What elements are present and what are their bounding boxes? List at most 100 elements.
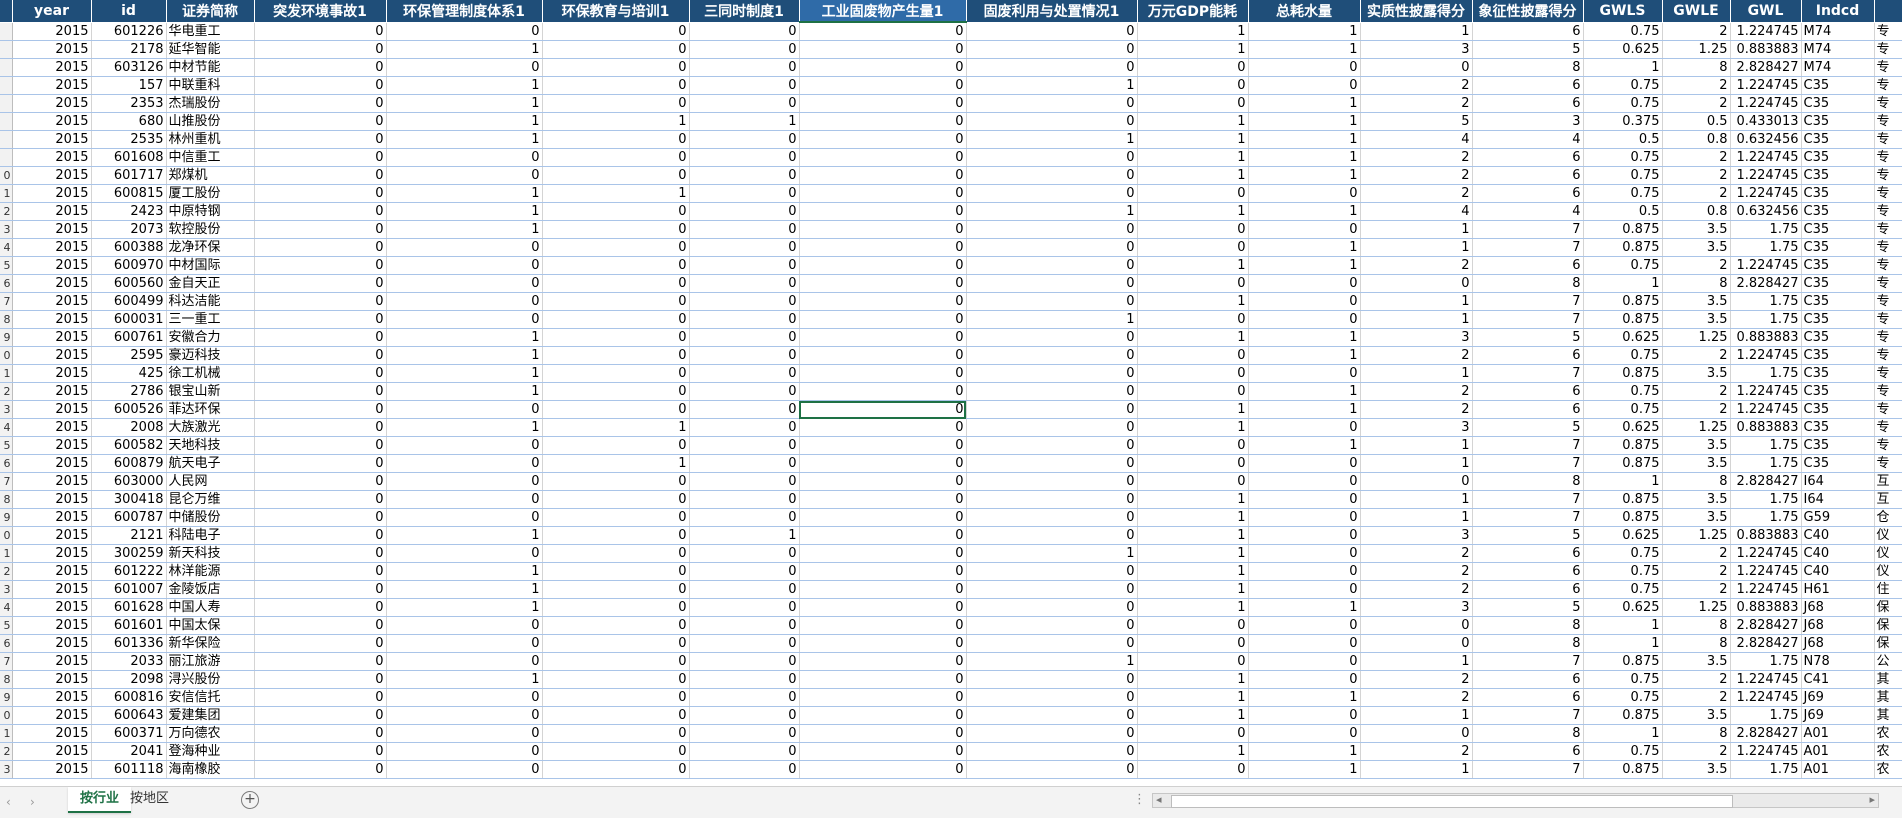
table-cell[interactable]: 登海种业	[166, 742, 255, 761]
table-cell[interactable]: 0	[799, 184, 967, 203]
table-cell[interactable]: 0	[542, 364, 690, 383]
table-cell[interactable]: 601608	[91, 148, 167, 167]
table-cell[interactable]: 1	[1137, 130, 1249, 149]
table-cell[interactable]: 0	[1137, 436, 1249, 455]
table-cell[interactable]: 专	[1874, 274, 1902, 293]
table-cell[interactable]: 6	[1472, 22, 1584, 41]
table-cell[interactable]: 1	[542, 184, 690, 203]
table-cell[interactable]: 1	[386, 382, 543, 401]
table-cell[interactable]: 8	[1472, 472, 1584, 491]
table-cell[interactable]: 农	[1874, 724, 1902, 743]
row-number[interactable]: 7	[0, 472, 13, 491]
row-header-corner[interactable]	[0, 0, 13, 23]
table-cell[interactable]: 3.5	[1662, 364, 1731, 383]
table-cell[interactable]: 天地科技	[166, 436, 255, 455]
table-cell[interactable]: 0	[689, 670, 800, 689]
table-cell[interactable]: 龙净环保	[166, 238, 255, 257]
table-cell[interactable]: 0	[254, 598, 387, 617]
row-number[interactable]: 0	[0, 706, 13, 725]
table-cell[interactable]: 2015	[12, 256, 92, 275]
table-cell[interactable]: 0	[966, 166, 1138, 185]
table-cell[interactable]: 软控股份	[166, 220, 255, 239]
table-cell[interactable]: 0.75	[1583, 544, 1663, 563]
table-cell[interactable]: 0	[1248, 274, 1361, 293]
table-cell[interactable]: 0.75	[1583, 148, 1663, 167]
table-cell[interactable]: 仪	[1874, 562, 1902, 581]
table-cell[interactable]: C35	[1801, 112, 1875, 131]
table-cell[interactable]: C35	[1801, 382, 1875, 401]
table-cell[interactable]: C41	[1801, 670, 1875, 689]
table-cell[interactable]: 1	[1248, 382, 1361, 401]
table-cell[interactable]: 2	[1662, 742, 1731, 761]
table-cell[interactable]: 6	[1472, 256, 1584, 275]
table-cell[interactable]: 0	[799, 346, 967, 365]
table-cell[interactable]: 0	[254, 94, 387, 113]
table-cell[interactable]: 2015	[12, 346, 92, 365]
table-cell[interactable]: 0	[1137, 220, 1249, 239]
table-cell[interactable]: 金陵饭店	[166, 580, 255, 599]
row-number[interactable]	[0, 112, 13, 131]
table-cell[interactable]: 0	[1360, 634, 1473, 653]
table-cell[interactable]: 0	[542, 760, 690, 779]
table-cell[interactable]: C35	[1801, 418, 1875, 437]
table-cell[interactable]: 3	[1360, 40, 1473, 59]
table-cell[interactable]: 0	[689, 580, 800, 599]
table-cell[interactable]: 0	[542, 40, 690, 59]
table-cell[interactable]: 0	[799, 724, 967, 743]
table-cell[interactable]: 0	[542, 130, 690, 149]
table-cell[interactable]: 0	[1248, 634, 1361, 653]
table-cell[interactable]: 4	[1472, 130, 1584, 149]
table-cell[interactable]: 0	[386, 652, 543, 671]
table-cell[interactable]: 0	[254, 526, 387, 545]
table-cell[interactable]: M74	[1801, 40, 1875, 59]
table-cell[interactable]: 0	[966, 688, 1138, 707]
table-cell[interactable]: 杰瑞股份	[166, 94, 255, 113]
row-number[interactable]: 4	[0, 598, 13, 617]
table-cell[interactable]: 1.224745	[1730, 562, 1802, 581]
table-cell[interactable]: 0	[1248, 706, 1361, 725]
table-cell[interactable]: 0	[966, 526, 1138, 545]
table-cell[interactable]: 大族激光	[166, 418, 255, 437]
table-cell[interactable]: 安信信托	[166, 688, 255, 707]
table-cell[interactable]: 0.75	[1583, 22, 1663, 41]
table-cell[interactable]: C35	[1801, 130, 1875, 149]
table-cell[interactable]: 2	[1360, 580, 1473, 599]
table-cell[interactable]: 专	[1874, 22, 1902, 41]
table-cell[interactable]: 0	[542, 274, 690, 293]
table-cell[interactable]: 2353	[91, 94, 167, 113]
table-cell[interactable]: 1	[966, 310, 1138, 329]
column-header[interactable]: GWLS	[1583, 0, 1663, 23]
table-cell[interactable]: 0.875	[1583, 238, 1663, 257]
table-cell[interactable]: 0	[689, 184, 800, 203]
table-cell[interactable]: 3.5	[1662, 436, 1731, 455]
table-cell[interactable]: 1	[1248, 112, 1361, 131]
table-cell[interactable]: 1	[966, 202, 1138, 221]
table-cell[interactable]: 0	[966, 472, 1138, 491]
table-cell[interactable]: 1	[1360, 220, 1473, 239]
table-cell[interactable]: 1	[1137, 148, 1249, 167]
table-cell[interactable]: 0	[542, 544, 690, 563]
table-cell[interactable]: 互	[1874, 490, 1902, 509]
table-cell[interactable]: 昆仑万维	[166, 490, 255, 509]
table-cell[interactable]: 1.224745	[1730, 382, 1802, 401]
table-cell[interactable]: 2015	[12, 526, 92, 545]
table-cell[interactable]: 0	[254, 454, 387, 473]
table-cell[interactable]: 7	[1472, 508, 1584, 527]
table-cell[interactable]: 3.5	[1662, 454, 1731, 473]
table-cell[interactable]: 0	[689, 724, 800, 743]
table-cell[interactable]: 2015	[12, 166, 92, 185]
table-cell[interactable]: 3.5	[1662, 760, 1731, 779]
table-cell[interactable]: 徐工机械	[166, 364, 255, 383]
table-cell[interactable]: 6	[1472, 346, 1584, 365]
table-cell[interactable]: 0	[689, 634, 800, 653]
table-cell[interactable]: 延华智能	[166, 40, 255, 59]
table-cell[interactable]: 0	[966, 562, 1138, 581]
table-cell[interactable]: 0	[1248, 544, 1361, 563]
table-cell[interactable]: 3.5	[1662, 706, 1731, 725]
table-cell[interactable]: 0	[254, 184, 387, 203]
table-cell[interactable]: 专	[1874, 202, 1902, 221]
table-cell[interactable]: 1	[542, 454, 690, 473]
table-cell[interactable]: 中储股份	[166, 508, 255, 527]
table-cell[interactable]: 0	[386, 742, 543, 761]
row-number[interactable]	[0, 94, 13, 113]
